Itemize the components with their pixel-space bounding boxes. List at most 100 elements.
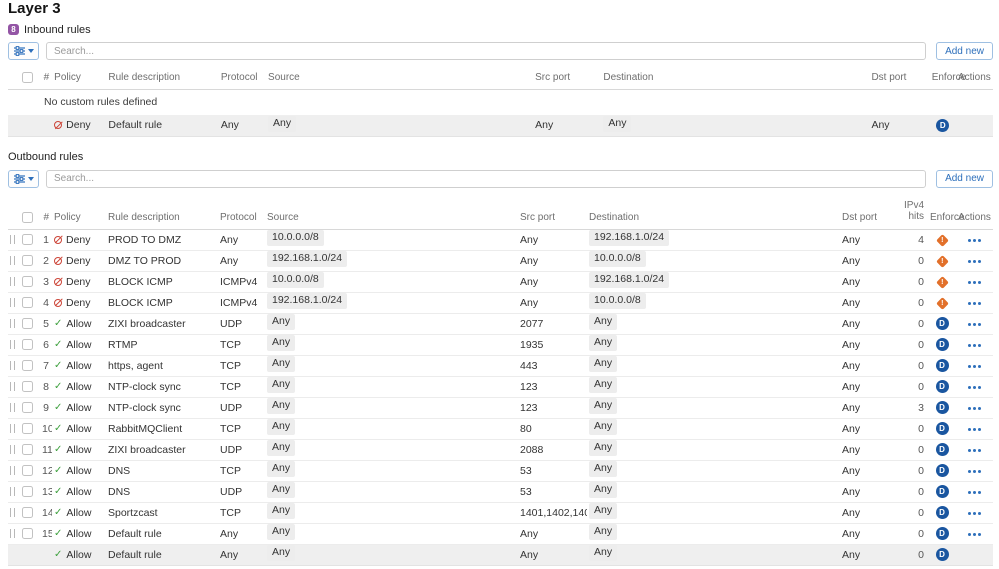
drag-handle-icon[interactable] [10, 424, 15, 433]
row-checkbox[interactable] [22, 360, 33, 371]
row-checkbox[interactable] [22, 234, 33, 245]
destination-cell: Any [587, 397, 840, 418]
drag-handle-icon[interactable] [10, 235, 15, 244]
policy-value: ✓Allow [54, 486, 104, 498]
row-checkbox[interactable] [22, 486, 33, 497]
source-cell: Any [265, 544, 518, 565]
actions-menu-icon[interactable] [968, 469, 982, 474]
actions-menu-icon[interactable] [968, 490, 982, 495]
actions-menu-icon[interactable] [968, 448, 982, 453]
row-checkbox[interactable] [22, 402, 33, 413]
enforce-default-badge[interactable]: D [936, 464, 949, 477]
enforce-default-badge[interactable]: D [936, 359, 949, 372]
drag-handle-icon[interactable] [10, 340, 15, 349]
policy-label: Allow [66, 486, 91, 498]
row-checkbox[interactable] [22, 423, 33, 434]
enforce-default-badge[interactable]: D [936, 443, 949, 456]
enforce-alert-icon[interactable]: ! [936, 276, 949, 289]
column-header-enforce: Enforce [930, 68, 956, 90]
inbound-add-new-button[interactable]: Add new [936, 42, 993, 60]
column-header-drag [8, 196, 20, 230]
actions-menu-icon[interactable] [968, 511, 982, 516]
outbound-filter-button[interactable] [8, 170, 39, 188]
chevron-down-icon [28, 49, 34, 53]
policy-value: ✓Allow [54, 507, 104, 519]
enforce-default-badge[interactable]: D [936, 527, 949, 540]
drag-handle-icon[interactable] [10, 319, 15, 328]
drag-handle-icon[interactable] [10, 277, 15, 286]
actions-menu-icon[interactable] [968, 343, 982, 348]
outbound-section: Outbound rules Add new #PolicyRule descr… [8, 151, 993, 566]
destination-chip: Any [589, 461, 617, 477]
drag-handle-icon[interactable] [10, 529, 15, 538]
drag-cell [8, 439, 20, 460]
drag-handle-icon[interactable] [10, 466, 15, 475]
enforce-alert-icon[interactable]: ! [936, 234, 949, 247]
destination-chip: 192.168.1.0/24 [589, 272, 669, 288]
select-all-checkbox[interactable] [22, 212, 33, 223]
drag-handle-icon[interactable] [10, 298, 15, 307]
select-cell [20, 355, 40, 376]
actions-menu-icon[interactable] [968, 238, 982, 243]
row-checkbox[interactable] [22, 507, 33, 518]
actions-menu-icon[interactable] [968, 259, 982, 264]
row-checkbox[interactable] [22, 465, 33, 476]
row-checkbox[interactable] [22, 339, 33, 350]
row-checkbox[interactable] [22, 318, 33, 329]
row-checkbox[interactable] [22, 381, 33, 392]
outbound-rules-label: Outbound rules [8, 151, 993, 164]
enforce-default-badge[interactable]: D [936, 485, 949, 498]
outbound-search-input[interactable] [46, 170, 926, 188]
enforce-default-badge[interactable]: D [936, 422, 949, 435]
allow-icon: ✓ [54, 529, 62, 539]
row-checkbox[interactable] [22, 297, 33, 308]
allow-icon: ✓ [54, 319, 62, 329]
inbound-search-input[interactable] [46, 42, 926, 60]
row-checkbox[interactable] [22, 276, 33, 287]
row-checkbox[interactable] [22, 255, 33, 266]
actions-menu-icon[interactable] [968, 301, 982, 306]
inbound-filter-button[interactable] [8, 42, 39, 60]
protocol-cell: Any [218, 250, 265, 271]
drag-handle-icon[interactable] [10, 508, 15, 517]
enforce-default-badge[interactable]: D [936, 380, 949, 393]
select-all-checkbox[interactable] [22, 72, 33, 83]
select-cell [20, 544, 40, 565]
select-cell [20, 271, 40, 292]
row-checkbox[interactable] [22, 444, 33, 455]
actions-menu-icon[interactable] [968, 532, 982, 537]
enforce-alert-icon[interactable]: ! [936, 297, 949, 310]
drag-handle-icon[interactable] [10, 487, 15, 496]
allow-icon: ✓ [54, 445, 62, 455]
policy-label: Allow [66, 423, 91, 435]
desc-cell: RabbitMQClient [106, 418, 218, 439]
actions-menu-icon[interactable] [968, 427, 982, 432]
allow-icon: ✓ [54, 424, 62, 434]
enforce-default-badge[interactable]: D [936, 317, 949, 330]
enforce-alert-icon[interactable]: ! [936, 255, 949, 268]
outbound-add-new-button[interactable]: Add new [936, 170, 993, 188]
drag-handle-icon[interactable] [10, 382, 15, 391]
protocol-cell: Any [219, 115, 266, 136]
desc-cell: Default rule [106, 115, 218, 136]
allow-icon: ✓ [54, 403, 62, 413]
source-chip: Any [267, 356, 295, 372]
row-checkbox[interactable] [22, 528, 33, 539]
drag-handle-icon[interactable] [10, 361, 15, 370]
actions-menu-icon[interactable] [968, 280, 982, 285]
enforce-cell: D [928, 397, 956, 418]
actions-menu-icon[interactable] [968, 385, 982, 390]
drag-handle-icon[interactable] [10, 256, 15, 265]
enforce-default-badge[interactable]: D [936, 338, 949, 351]
enforce-default-badge[interactable]: D [936, 548, 949, 561]
enforce-default-badge[interactable]: D [936, 119, 949, 132]
enforce-default-badge[interactable]: D [936, 506, 949, 519]
actions-menu-icon[interactable] [968, 406, 982, 411]
drag-handle-icon[interactable] [10, 445, 15, 454]
enforce-cell: D [928, 376, 956, 397]
actions-menu-icon[interactable] [968, 364, 982, 369]
actions-cell [956, 439, 993, 460]
enforce-default-badge[interactable]: D [936, 401, 949, 414]
actions-menu-icon[interactable] [968, 322, 982, 327]
drag-handle-icon[interactable] [10, 403, 15, 412]
